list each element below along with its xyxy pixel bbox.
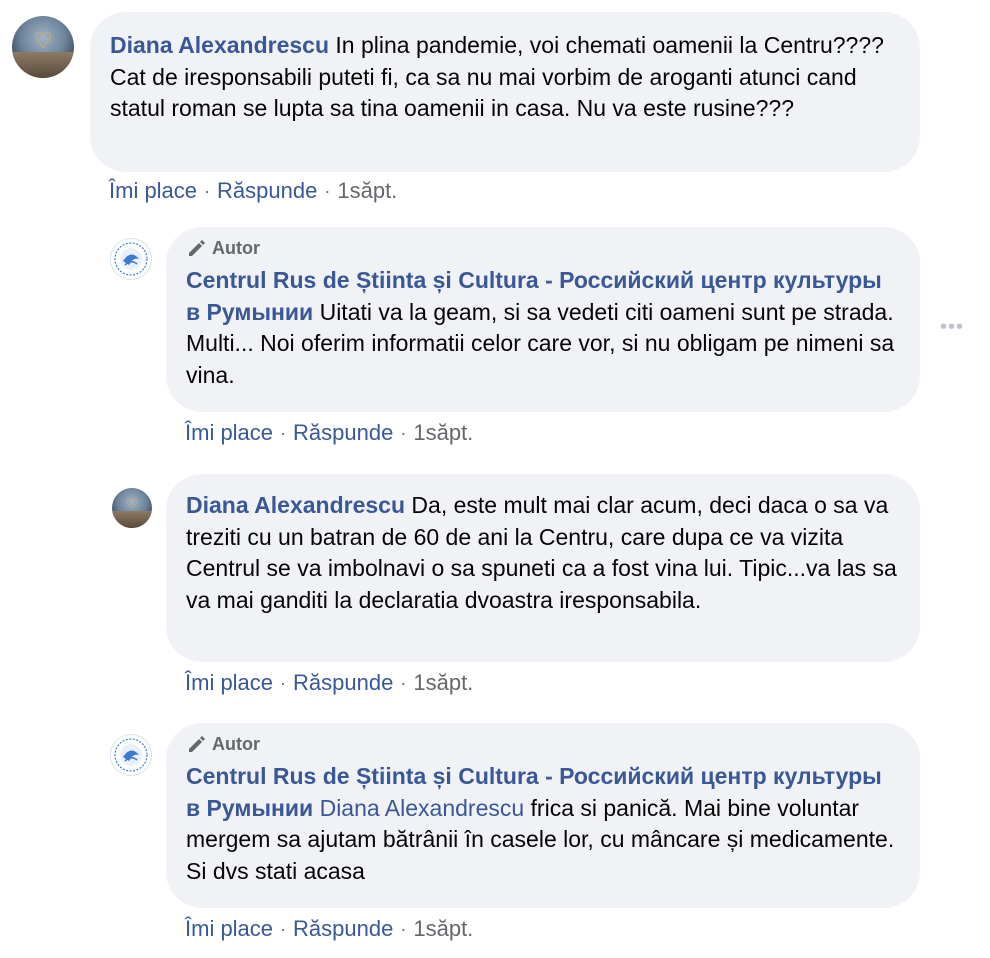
avatar-background	[112, 511, 152, 528]
pencil-icon	[189, 240, 205, 256]
timestamp[interactable]: 1săpt.	[413, 916, 473, 942]
author-badge: Autor	[186, 237, 898, 259]
reply-button[interactable]: Răspunde	[293, 916, 393, 942]
reply-button[interactable]: Răspunde	[293, 420, 393, 446]
centrul-logo-icon	[114, 738, 148, 772]
reply-button[interactable]: Răspunde	[293, 670, 393, 696]
pencil-icon	[189, 736, 205, 752]
like-button[interactable]: Îmi place	[185, 420, 273, 446]
separator: ·	[400, 672, 407, 693]
reply-button[interactable]: Răspunde	[217, 178, 317, 204]
separator: ·	[324, 180, 331, 201]
comment-bubble: Diana Alexandrescu In plina pandemie, vo…	[90, 12, 920, 172]
comment-text: Centrul Rus de Știinta și Cultura - Росс…	[186, 761, 898, 887]
avatar[interactable]: ♡	[112, 488, 152, 528]
heart-icon: ♡	[33, 27, 53, 53]
timestamp[interactable]: 1săpt.	[337, 178, 397, 204]
avatar[interactable]	[110, 238, 152, 280]
comment-text: Centrul Rus de Știinta și Cultura - Росс…	[186, 265, 898, 391]
separator: ·	[280, 422, 287, 443]
comment-actions: Îmi place · Răspunde · 1săpt.	[185, 670, 473, 696]
heart-icon: ♡	[125, 495, 139, 512]
author-badge-label: Autor	[212, 733, 260, 754]
avatar[interactable]: ♡	[12, 16, 74, 78]
author-badge: Autor	[186, 733, 898, 755]
separator: ·	[204, 180, 211, 201]
comment-actions: Îmi place · Răspunde · 1săpt.	[109, 178, 397, 204]
avatar-background	[12, 51, 74, 78]
timestamp[interactable]: 1săpt.	[413, 670, 473, 696]
comment-bubble: Autor Centrul Rus de Știinta și Cultura …	[166, 723, 920, 908]
separator: ·	[400, 422, 407, 443]
separator: ·	[400, 918, 407, 939]
timestamp[interactable]: 1săpt.	[413, 420, 473, 446]
comment-bubble: Diana Alexandrescu Da, este mult mai cla…	[166, 474, 920, 662]
mention-link[interactable]: Diana Alexandrescu	[320, 795, 525, 821]
centrul-logo-icon	[114, 242, 148, 276]
like-button[interactable]: Îmi place	[185, 916, 273, 942]
comment-text: Diana Alexandrescu In plina pandemie, vo…	[110, 30, 898, 125]
comment-actions: Îmi place · Răspunde · 1săpt.	[185, 420, 473, 446]
like-button[interactable]: Îmi place	[185, 670, 273, 696]
like-button[interactable]: Îmi place	[109, 178, 197, 204]
comment-actions: Îmi place · Răspunde · 1săpt.	[185, 916, 473, 942]
comment-text: Diana Alexandrescu Da, este mult mai cla…	[186, 490, 898, 616]
avatar[interactable]	[110, 734, 152, 776]
comment-bubble: Autor Centrul Rus de Știinta și Cultura …	[166, 227, 920, 412]
comment-author-link[interactable]: Diana Alexandrescu	[110, 32, 329, 58]
comment-author-link[interactable]: Diana Alexandrescu	[186, 492, 405, 518]
separator: ·	[280, 918, 287, 939]
more-options-icon[interactable]: •••	[940, 316, 964, 339]
author-badge-label: Autor	[212, 237, 260, 258]
separator: ·	[280, 672, 287, 693]
